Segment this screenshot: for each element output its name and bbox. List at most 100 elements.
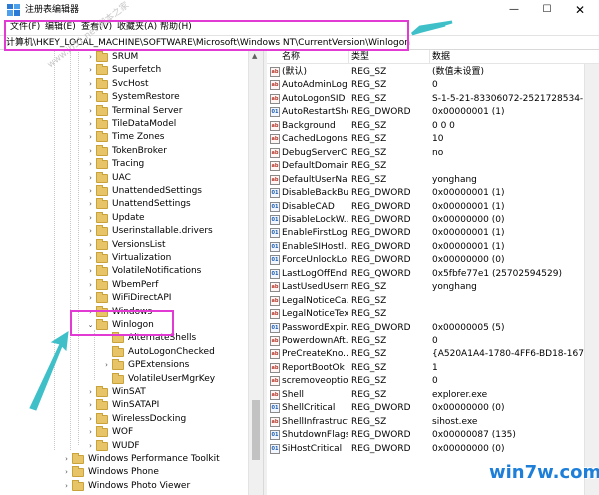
string-value-icon: ab — [270, 416, 280, 427]
close-button[interactable]: ✕ — [564, 0, 596, 20]
column-name-header[interactable]: 名称 — [282, 51, 300, 63]
expand-chevron-icon[interactable]: › — [86, 92, 95, 103]
minimize-button[interactable]: — — [498, 0, 530, 20]
table-row[interactable]: ab LegalNoticeCa... REG_SZ — [267, 294, 599, 308]
table-row[interactable]: 01 EnableSIHostl... REG_DWORD 0x00000001 (1… — [267, 240, 599, 254]
table-row[interactable]: ab (默认) REG_SZ (数值未设置) — [267, 65, 599, 79]
column-data-header[interactable]: 数据 — [432, 51, 450, 63]
expand-chevron-icon[interactable]: › — [86, 427, 95, 438]
value-name: PasswordExpir... — [282, 322, 348, 333]
string-value-icon: ab — [270, 120, 280, 131]
expand-chevron-icon[interactable]: › — [86, 253, 95, 264]
expand-chevron-icon[interactable]: › — [86, 441, 95, 452]
value-data: no — [432, 147, 444, 158]
tree-item-label: Windows — [112, 306, 153, 317]
table-row[interactable]: 01 PasswordExpir... REG_DWORD 0x00000005 (5… — [267, 321, 599, 335]
expand-chevron-icon[interactable]: › — [86, 173, 95, 184]
expand-chevron-icon[interactable]: › — [86, 266, 95, 277]
value-name: ForceUnlockLo... — [282, 255, 348, 266]
expand-chevron-icon[interactable]: › — [86, 132, 95, 143]
expand-chevron-icon[interactable] — [102, 374, 111, 385]
column-separator[interactable] — [429, 50, 430, 64]
tree-scrollbar[interactable]: ▲ — [248, 50, 263, 495]
table-row[interactable]: 01 DisableLockW... REG_DWORD 0x00000000 (0) — [267, 213, 599, 227]
column-type-header[interactable]: 类型 — [351, 51, 369, 63]
registry-tree: › SRUM › Superfetch › SvcHost › SystemRestore › T… — [0, 50, 263, 495]
menu-edit[interactable]: 编辑(E) — [45, 21, 76, 33]
expand-chevron-icon[interactable]: › — [86, 119, 95, 130]
table-row[interactable]: ab ReportBootOk REG_SZ 1 — [267, 361, 599, 375]
folder-icon — [72, 466, 84, 478]
table-row[interactable]: abDefaultUserNa...REG_SZ yonghang — [267, 173, 599, 187]
table-row[interactable]: abDebugServerC...REG_SZ no — [267, 146, 599, 160]
expand-chevron-icon[interactable]: › — [86, 199, 95, 210]
expand-chevron-icon[interactable]: › — [62, 481, 71, 492]
string-value-icon: ab — [270, 80, 280, 91]
expand-chevron-icon[interactable]: › — [86, 65, 95, 76]
tree-item-label: WOF — [112, 427, 134, 438]
table-row[interactable]: ab AutoLogonSID REG_SZ S-1-5-21-83306072-25… — [267, 92, 599, 106]
expand-chevron-icon[interactable]: › — [62, 467, 71, 478]
expand-chevron-icon[interactable]: › — [86, 213, 95, 224]
expand-chevron-icon[interactable]: › — [86, 307, 95, 318]
expand-chevron-icon[interactable]: › — [102, 360, 111, 371]
menu-help[interactable]: 帮助(H) — [160, 21, 192, 33]
binary-value-icon: 01 — [270, 403, 280, 414]
table-row[interactable]: 01LastLogOffEnd...REG_QWORD 0x5fbfe77e1 (… — [267, 267, 599, 281]
expand-chevron-icon[interactable]: › — [62, 454, 71, 465]
table-row[interactable]: 01AutoRestartShellREG_DWORD 0x00000001 (1… — [267, 105, 599, 119]
tree-item-label: VolatileNotifications — [112, 266, 202, 277]
expand-chevron-icon[interactable]: › — [86, 414, 95, 425]
table-row[interactable]: ab Shell REG_SZ explorer.exe — [267, 388, 599, 402]
value-type: REG_DWORD — [351, 241, 411, 252]
menu-file[interactable]: 文件(F) — [10, 21, 40, 33]
table-row[interactable]: 01EnableFirstLog...REG_DWORD 0x00000001 (… — [267, 226, 599, 240]
folder-icon — [96, 158, 108, 170]
table-row[interactable]: abAutoAdminLog...REG_SZ 0 — [267, 78, 599, 92]
maximize-button[interactable]: ☐ — [531, 0, 563, 20]
string-value-icon: ab — [270, 349, 280, 360]
table-row[interactable]: 01ForceUnlockLo...REG_DWORD 0x00000000 (0… — [267, 253, 599, 267]
value-name: EnableFirstLog... — [282, 228, 348, 239]
table-row[interactable]: abCachedLogons...REG_SZ 10 — [267, 132, 599, 146]
expand-chevron-icon[interactable]: › — [86, 146, 95, 157]
table-row[interactable]: ab PowerdownAft... REG_SZ 0 — [267, 334, 599, 348]
table-row[interactable]: 01 SiHostCritical REG_DWORD 0x00000000 (0) — [267, 442, 599, 456]
table-row[interactable]: abDefaultDomain...REG_SZ — [267, 159, 599, 173]
expand-chevron-icon[interactable]: › — [86, 226, 95, 237]
binary-value-icon: 01 — [270, 107, 280, 118]
string-value-icon: ab — [270, 336, 280, 346]
string-value-icon: ab — [270, 161, 280, 172]
table-row[interactable]: ab PreCreateKno... REG_SZ {A520A1A4-1780-4F… — [267, 347, 599, 361]
expand-chevron-icon[interactable] — [102, 347, 111, 358]
table-row[interactable]: 01 ShutdownFlags REG_DWORD 0x00000087 (135) — [267, 428, 599, 442]
collapse-chevron-icon[interactable]: ⌄ — [86, 320, 95, 331]
expand-chevron-icon[interactable]: › — [86, 186, 95, 197]
expand-chevron-icon[interactable] — [102, 333, 111, 344]
scroll-up-icon[interactable]: ▲ — [252, 52, 257, 60]
expand-chevron-icon[interactable]: › — [86, 400, 95, 411]
table-row[interactable]: 01DisableBackBu...REG_DWORD 0x00000001 (1… — [267, 186, 599, 200]
list-scrollbar[interactable] — [584, 64, 599, 495]
folder-icon — [96, 319, 108, 330]
folder-icon — [96, 77, 108, 89]
expand-chevron-icon[interactable]: › — [86, 293, 95, 304]
expand-chevron-icon[interactable]: › — [86, 280, 95, 291]
expand-chevron-icon[interactable]: › — [86, 106, 95, 117]
table-row[interactable]: ab LegalNoticeText REG_SZ — [267, 307, 599, 321]
expand-chevron-icon[interactable]: › — [86, 387, 95, 398]
table-row[interactable]: abLastUsedUsern...REG_SZ yonghang — [267, 280, 599, 294]
table-row[interactable]: ab scremoveoption REG_SZ 0 — [267, 374, 599, 388]
table-row[interactable]: abShellInfrastruct...REG_SZ sihost.exe — [267, 415, 599, 429]
menu-favorites[interactable]: 收藏夹(A) — [117, 21, 157, 33]
expand-chevron-icon[interactable]: › — [86, 159, 95, 170]
tree-scrollbar-thumb[interactable] — [252, 400, 260, 460]
binary-value-icon: 01 — [270, 443, 280, 454]
expand-chevron-icon[interactable]: › — [86, 240, 95, 251]
table-row[interactable]: ab Background REG_SZ 0 0 0 — [267, 119, 599, 133]
table-row[interactable]: 01 DisableCAD REG_DWORD 0x00000001 (1) — [267, 200, 599, 214]
expand-chevron-icon[interactable]: › — [86, 79, 95, 90]
column-separator[interactable] — [348, 50, 349, 64]
table-row[interactable]: 01 ShellCritical REG_DWORD 0x00000000 (0) — [267, 401, 599, 415]
expand-chevron-icon[interactable]: › — [86, 52, 95, 63]
